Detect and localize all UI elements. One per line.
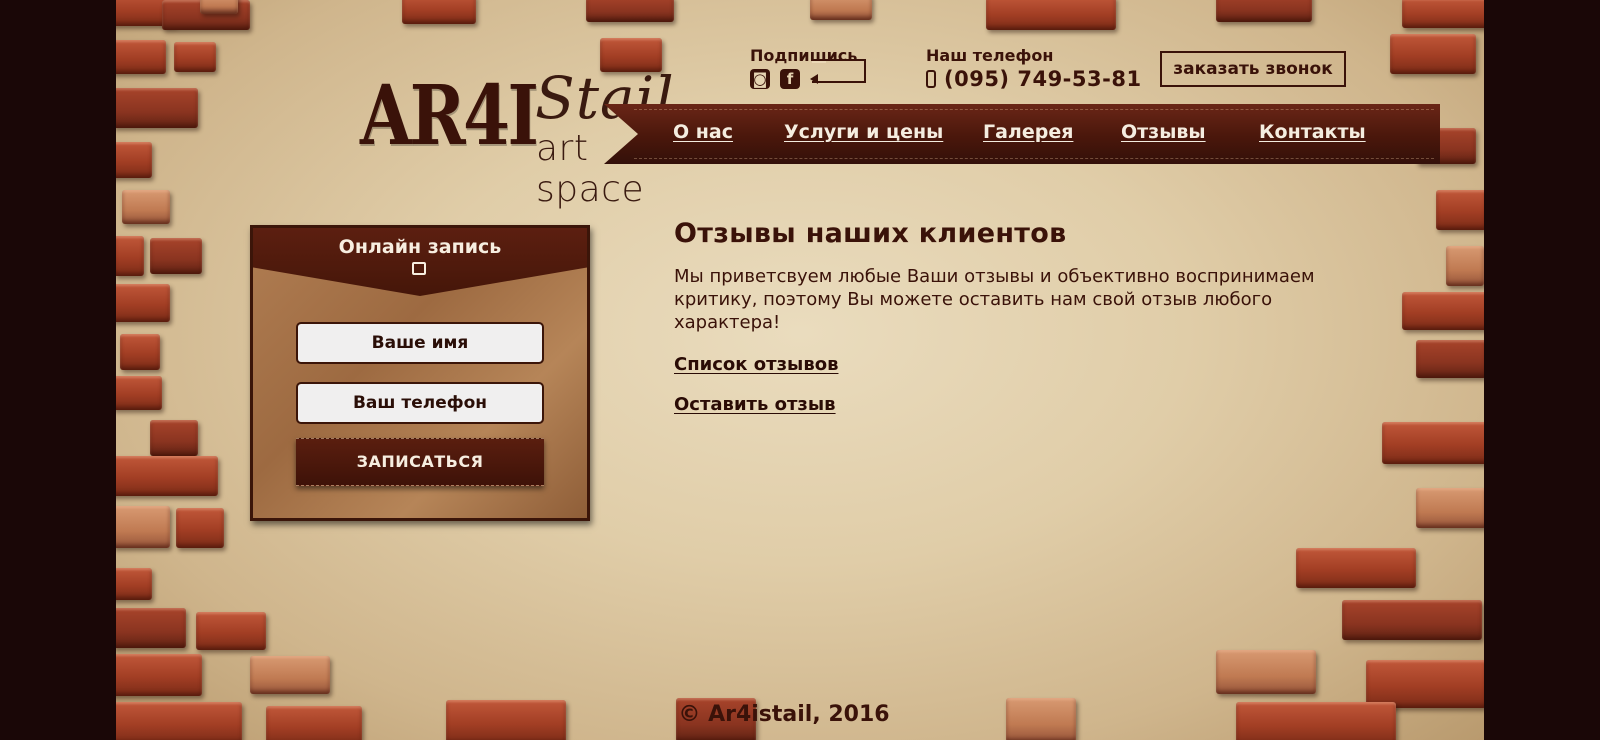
reviews-list-link[interactable]: Список отзывов — [674, 354, 1374, 375]
nav-item-gallery[interactable]: Галерея — [983, 121, 1073, 143]
online-booking-form: Онлайн запись Ваше имя Ваш телефон ЗАПИС… — [250, 225, 590, 521]
form-title: Онлайн запись — [338, 236, 502, 258]
facebook-icon[interactable]: f — [780, 69, 800, 89]
arrow-left-icon — [810, 74, 818, 84]
phone-input[interactable]: Ваш телефон — [296, 382, 544, 424]
name-input[interactable]: Ваше имя — [296, 322, 544, 364]
leave-review-link[interactable]: Оставить отзыв — [674, 394, 1374, 415]
intro-text: Мы приветсвуем любые Ваши отзывы и объек… — [674, 266, 1315, 333]
nav-item-about[interactable]: О нас — [673, 121, 733, 143]
nav-item-contacts[interactable]: Контакты — [1259, 121, 1366, 143]
main-nav: О нас Услуги и цены Галерея Отзывы Конта… — [604, 104, 1440, 164]
mobile-phone-icon — [926, 70, 936, 88]
callback-button[interactable]: заказать звонок — [1160, 51, 1346, 87]
logo-main-text: AR4I — [360, 68, 539, 164]
main-content: Отзывы наших клиентов Мы приветсвуем люб… — [674, 218, 1374, 434]
subscribe-arrow — [812, 59, 866, 83]
edit-icon — [412, 262, 426, 275]
instagram-icon[interactable]: ◙ — [750, 69, 770, 89]
phone-number[interactable]: (095) 749-53-81 — [944, 67, 1142, 91]
footer-copyright: © Ar4istail, 2016 — [678, 702, 890, 727]
page-title: Отзывы наших клиентов — [674, 218, 1067, 249]
nav-item-reviews[interactable]: Отзывы — [1121, 121, 1206, 143]
nav-item-services[interactable]: Услуги и цены — [784, 121, 943, 143]
phone-block: Наш телефон (095) 749-53-81 — [926, 46, 1142, 91]
submit-button[interactable]: ЗАПИСАТЬСЯ — [296, 438, 544, 486]
phone-title: Наш телефон — [926, 46, 1054, 65]
